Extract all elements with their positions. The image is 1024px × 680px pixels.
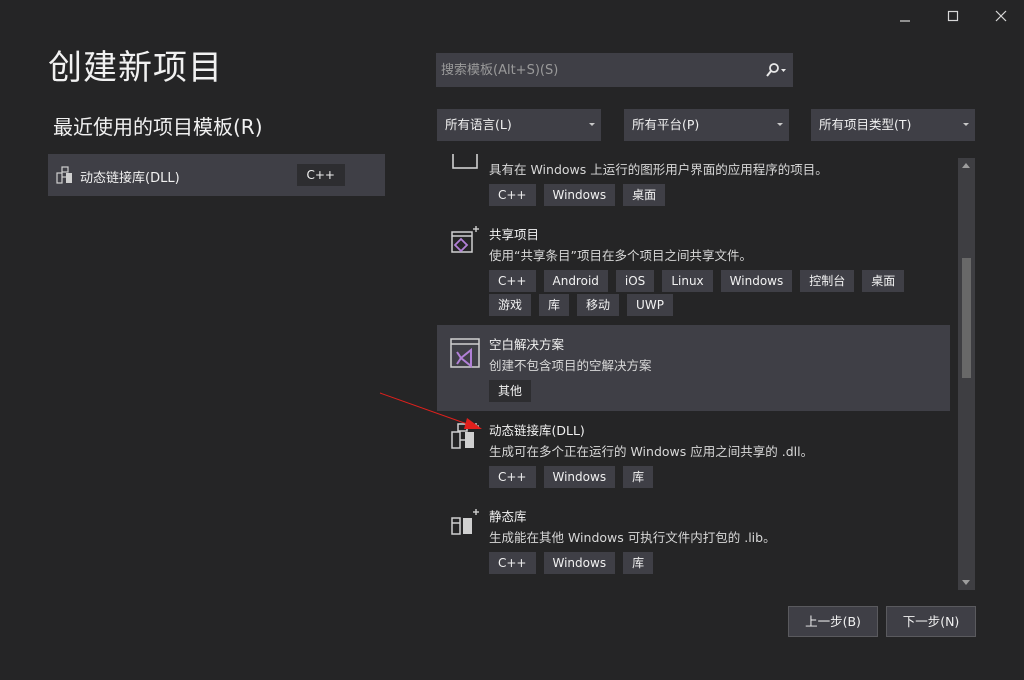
template-tag: 游戏 (489, 294, 532, 316)
chevron-down-icon (777, 123, 783, 126)
minimize-icon (900, 20, 910, 22)
template-description: 创建不包含项目的空解决方案 (489, 358, 652, 373)
maximize-icon (947, 10, 959, 22)
template-tags: C++ Windows 库 (489, 552, 939, 574)
template-name: 动态链接库(DLL) (489, 423, 585, 438)
close-button[interactable] (978, 4, 1024, 28)
template-item-dll[interactable]: 动态链接库(DLL) 生成可在多个正在运行的 Windows 应用之间共享的 .… (437, 416, 950, 496)
search-options-button[interactable] (761, 59, 791, 81)
platform-filter-dropdown[interactable]: 所有平台(P) (624, 109, 789, 141)
template-description: 使用“共享条目”项目在多个项目之间共享文件。 (489, 248, 752, 263)
template-tag: C++ (489, 270, 536, 292)
annotation-arrow-icon (379, 392, 482, 429)
template-name: 静态库 (489, 509, 527, 524)
template-tag: Linux (662, 270, 713, 292)
template-tag: Windows (543, 466, 616, 488)
desktop-app-icon (452, 154, 478, 169)
minimize-button[interactable] (882, 4, 928, 28)
language-filter-label: 所有语言(L) (445, 117, 512, 132)
template-tags: C++ Windows 桌面 (489, 184, 939, 206)
template-search-input[interactable] (436, 53, 754, 87)
template-description: 具有在 Windows 上运行的图形用户界面的应用程序的项目。 (489, 162, 828, 177)
template-tag: iOS (615, 270, 655, 292)
recent-template-item-dll[interactable]: 动态链接库(DLL) C++ (48, 154, 385, 196)
page-title: 创建新项目 (48, 48, 223, 88)
template-tag: 库 (623, 466, 654, 488)
template-tag: 其他 (489, 380, 532, 402)
language-filter-dropdown[interactable]: 所有语言(L) (437, 109, 601, 141)
back-button[interactable]: 上一步(B) (788, 606, 878, 637)
scrollbar-thumb[interactable] (962, 258, 971, 378)
template-item-desktop-app[interactable]: 具有在 Windows 上运行的图形用户界面的应用程序的项目。 C++ Wind… (437, 154, 950, 210)
template-tag: 桌面 (623, 184, 666, 206)
close-icon (995, 10, 1007, 22)
chevron-down-icon (589, 123, 595, 126)
template-tag: C++ (489, 466, 536, 488)
template-tag: Windows (543, 184, 616, 206)
dll-icon (56, 166, 72, 184)
template-search-box (436, 53, 793, 87)
static-library-icon (451, 509, 479, 535)
next-button[interactable]: 下一步(N) (886, 606, 976, 637)
visual-studio-solution-icon (450, 338, 480, 369)
recent-templates-heading: 最近使用的项目模板(R) (53, 115, 263, 139)
template-tag: C++ (489, 552, 536, 574)
template-item-static-library[interactable]: 静态库 生成能在其他 Windows 可执行文件内打包的 .lib。 C++ W… (437, 502, 950, 582)
recent-template-tag: C++ (296, 164, 345, 186)
template-tag: 移动 (577, 294, 620, 316)
platform-filter-label: 所有平台(P) (632, 117, 700, 132)
template-list: 具有在 Windows 上运行的图形用户界面的应用程序的项目。 C++ Wind… (437, 154, 950, 590)
template-description: 生成能在其他 Windows 可执行文件内打包的 .lib。 (489, 530, 776, 545)
template-tag: 库 (539, 294, 570, 316)
shared-project-icon (451, 226, 479, 253)
recent-template-label: 动态链接库(DLL) (80, 171, 180, 186)
template-tags: C++ Android iOS Linux Windows 控制台 桌面 游戏 … (489, 270, 939, 316)
project-type-filter-dropdown[interactable]: 所有项目类型(T) (811, 109, 975, 141)
template-tags: C++ Windows 库 (489, 466, 939, 488)
template-tag: 库 (623, 552, 654, 574)
scroll-down-icon[interactable] (962, 580, 970, 585)
template-tag: Windows (720, 270, 793, 292)
template-tag: Android (543, 270, 608, 292)
template-item-shared-project[interactable]: 共享项目 使用“共享条目”项目在多个项目之间共享文件。 C++ Android … (437, 220, 950, 320)
project-type-filter-label: 所有项目类型(T) (819, 117, 912, 132)
template-list-scrollbar[interactable] (958, 158, 975, 590)
template-name: 共享项目 (489, 227, 540, 242)
maximize-button[interactable] (930, 4, 976, 28)
template-tag: 桌面 (862, 270, 905, 292)
scroll-up-icon[interactable] (962, 163, 970, 168)
template-tag: C++ (489, 184, 536, 206)
template-name: 空白解决方案 (489, 337, 565, 352)
template-tag: Windows (543, 552, 616, 574)
search-icon (766, 63, 786, 77)
template-tag: UWP (627, 294, 673, 316)
template-description: 生成可在多个正在运行的 Windows 应用之间共享的 .dll。 (489, 444, 814, 459)
chevron-down-icon (963, 123, 969, 126)
template-tag: 控制台 (800, 270, 855, 292)
template-item-blank-solution[interactable]: 空白解决方案 创建不包含项目的空解决方案 其他 (437, 325, 950, 411)
template-tags: 其他 (489, 380, 939, 402)
